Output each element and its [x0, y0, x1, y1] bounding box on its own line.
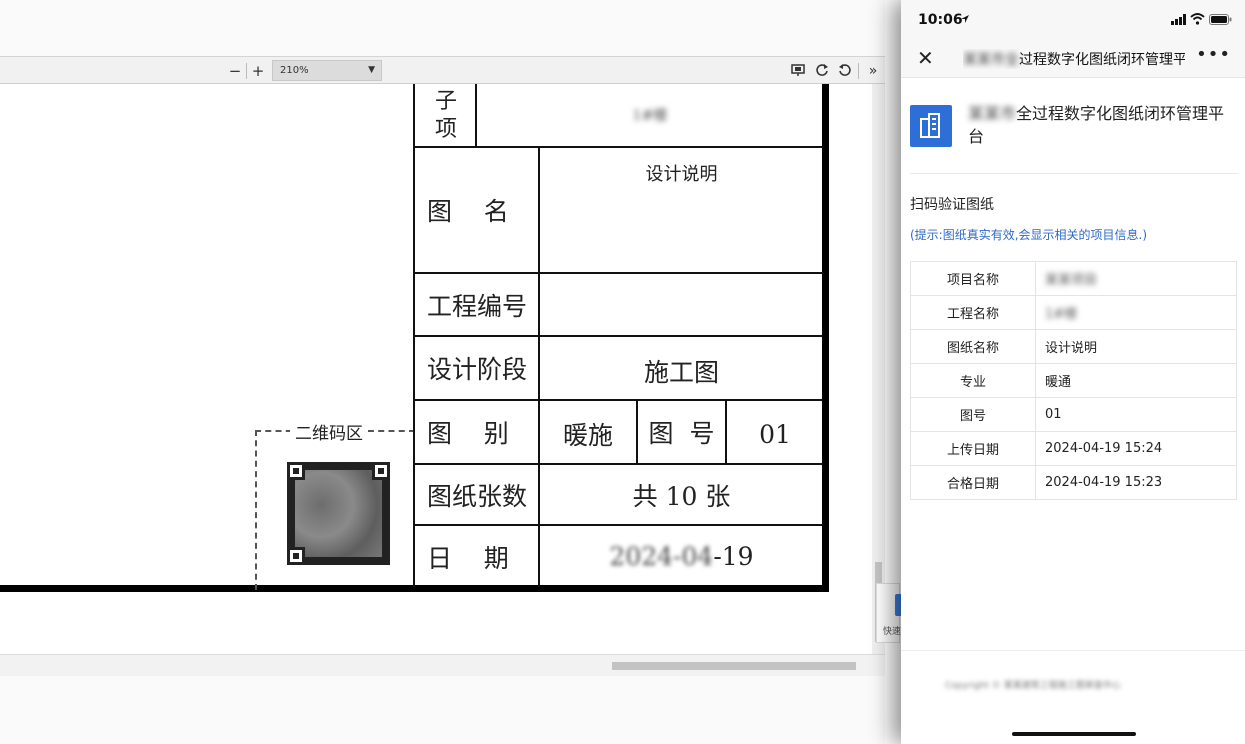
status-bar: 10:06: [901, 0, 1245, 38]
viewer-bottom-area: [0, 676, 885, 744]
info-row: 图纸名称 设计说明: [910, 329, 1237, 364]
zoom-in-button[interactable]: +: [250, 61, 266, 81]
app-title: 某某市全过程数字化图纸闭环管理平台: [968, 102, 1236, 148]
chevron-double-right-icon[interactable]: »: [865, 61, 881, 81]
design-stage-label: 设计阶段: [427, 355, 528, 384]
info-row: 合格日期 2024-04-19 15:23: [910, 465, 1237, 500]
nav-title-text: 过程数字化图纸闭环管理平: [1019, 52, 1185, 68]
info-row-key: 项目名称: [910, 261, 1036, 296]
date-value-blurred: 2024-04: [609, 542, 714, 571]
drawing-number-label: 图 号: [648, 419, 715, 448]
info-row-key: 图纸名称: [910, 329, 1036, 364]
info-row-key: 合格日期: [910, 465, 1036, 500]
info-row-value: 某某项目: [1035, 261, 1237, 296]
drawing-name-value: 设计说明: [645, 164, 718, 185]
zoom-select[interactable]: 210% ▼: [272, 60, 382, 81]
project-number-value: [540, 274, 823, 335]
title-block: 子项 1#楼 图 名 设计说明 工程编号 设计阶段 施工图 图 别 暖施 图 号…: [413, 84, 823, 587]
info-row-value: 设计说明: [1035, 329, 1237, 364]
more-icon[interactable]: •••: [1196, 44, 1231, 65]
zoom-out-button[interactable]: −: [227, 61, 243, 81]
drawing-number-value: 01: [759, 419, 791, 449]
info-row-key: 专业: [910, 363, 1036, 398]
drawing-name-label: 图 名: [427, 197, 509, 226]
toolbar-divider: [246, 63, 247, 79]
screen: − + 210% ▼ » 二维码区 子项 1#楼 图 名 设计说明 工程编号 设…: [0, 0, 1245, 744]
nav-bar: ✕ 某某市全过程数字化图纸闭环管理平 •••: [901, 38, 1245, 78]
viewer-top-area: [0, 0, 885, 56]
project-number-label: 工程编号: [427, 291, 528, 321]
nav-title-blurred: 某某市全: [963, 52, 1019, 68]
pdf-viewer: − + 210% ▼ » 二维码区 子项 1#楼 图 名 设计说明 工程编号 设…: [0, 0, 905, 744]
qr-finder-pattern: [287, 462, 305, 480]
info-row-key: 工程名称: [910, 295, 1036, 330]
subitem-label: 子项: [434, 89, 457, 142]
present-icon[interactable]: [790, 62, 806, 78]
copyright-text: Copyright © 某某建筑工程施工图审查中心: [945, 681, 1121, 691]
info-row-value: 1#楼: [1035, 295, 1237, 330]
sheet-count-value: 共 10 张: [632, 481, 731, 511]
info-row-key: 图号: [910, 397, 1036, 432]
qr-finder-pattern: [287, 547, 305, 565]
date-value-day: -19: [713, 542, 754, 571]
info-row: 项目名称 某某项目: [910, 261, 1237, 296]
viewer-toolbar: − + 210% ▼ »: [0, 56, 885, 84]
info-table: 项目名称 某某项目 工程名称 1#楼 图纸名称 设计说明 专业 暖通 图号 01 上传日期 2024-…: [910, 261, 1237, 500]
battery-icon: [1209, 14, 1232, 25]
mobile-phone: 10:06 ✕ 某某市全过程数字化图纸闭环管理平 ••• 某某市全过程数字化图纸…: [901, 0, 1245, 744]
sheet-count-label: 图纸张数: [427, 481, 528, 511]
qr-finder-pattern: [372, 462, 390, 480]
signal-icon: [1171, 14, 1186, 25]
close-icon[interactable]: ✕: [917, 46, 934, 70]
qr-code[interactable]: [287, 462, 390, 565]
info-row: 工程名称 1#楼: [910, 295, 1237, 330]
nav-title: 某某市全过程数字化图纸闭环管理平: [963, 49, 1185, 69]
horizontal-scrollbar-thumb[interactable]: [612, 662, 856, 670]
app-logo-icon: [910, 105, 952, 147]
toolbar-divider: [858, 63, 859, 79]
category-value: 暖施: [562, 421, 613, 450]
info-row-key: 上传日期: [910, 431, 1036, 466]
title-block-line: [413, 84, 415, 587]
footer-divider: [901, 650, 1245, 651]
date-label: 日 期: [427, 543, 509, 573]
rotate-ccw-icon[interactable]: [837, 62, 853, 78]
vertical-scrollbar[interactable]: [872, 84, 885, 664]
qr-code-pattern: [295, 470, 382, 557]
horizontal-scrollbar[interactable]: [0, 654, 885, 676]
info-row: 图号 01: [910, 397, 1237, 432]
floating-widget-label: 快速: [883, 627, 902, 637]
app-header: 某某市全过程数字化图纸闭环管理平台: [910, 90, 1238, 174]
subitem-value: 1#楼: [632, 108, 668, 124]
hint-text: (提示:图纸真实有效,会显示相关的项目信息.): [910, 228, 1148, 242]
status-time: 10:06: [918, 12, 963, 28]
info-row: 上传日期 2024-04-19 15:24: [910, 431, 1237, 466]
category-label: 图 别: [427, 419, 509, 448]
app-title-blurred: 某某市: [968, 104, 1017, 123]
qr-zone-label: 二维码区: [290, 419, 368, 444]
date-value: 2024-04 -19: [540, 526, 823, 587]
section-title: 扫码验证图纸: [910, 197, 994, 213]
info-row-value: 暖通: [1035, 363, 1237, 398]
chevron-down-icon: ▼: [368, 65, 375, 75]
info-row: 专业 暖通: [910, 363, 1237, 398]
location-arrow-icon: [961, 15, 969, 23]
rotate-cw-icon[interactable]: [814, 62, 830, 78]
drawing-frame-right: [822, 84, 829, 592]
info-row-value: 2024-04-19 15:24: [1035, 431, 1237, 466]
floating-widget[interactable]: 快速: [876, 583, 905, 643]
zoom-select-value: 210%: [280, 65, 309, 76]
home-indicator[interactable]: [1012, 732, 1136, 736]
design-stage-value: 施工图: [643, 358, 719, 387]
wifi-icon: [1190, 13, 1205, 25]
info-row-value: 01: [1035, 397, 1237, 432]
info-row-value: 2024-04-19 15:23: [1035, 465, 1237, 500]
